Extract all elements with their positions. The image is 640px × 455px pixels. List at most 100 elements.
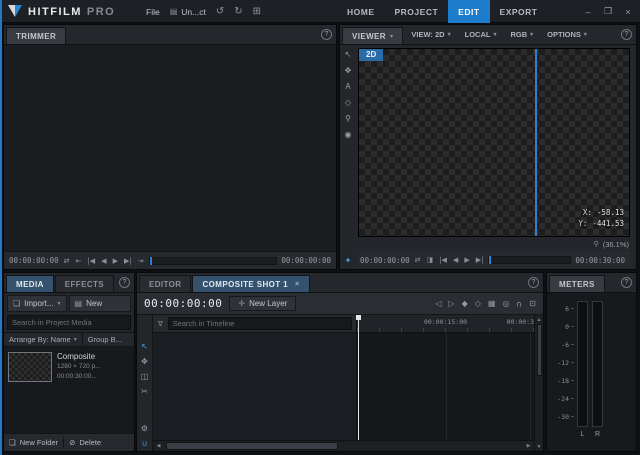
delete-button[interactable]: ⊘ Delete — [64, 434, 106, 451]
select-tool-icon[interactable]: ↖ — [345, 51, 352, 59]
export-frame-icon[interactable]: ◨ — [426, 256, 435, 264]
hand-tool-icon[interactable]: ✥ — [345, 67, 352, 75]
slip-tool-icon[interactable]: ◫ — [141, 373, 149, 381]
new-button[interactable]: ▤ New — [69, 295, 131, 312]
tab-composite-shot[interactable]: COMPOSITE SHOT 1 × — [192, 275, 309, 292]
view-mode-dropdown[interactable]: VIEW: 2D ▾ — [404, 25, 457, 44]
menu-project[interactable]: ▤ Un...ct — [170, 7, 206, 17]
prev-keyframe-icon[interactable]: ◁ — [435, 300, 441, 308]
menu-file[interactable]: File — [146, 7, 160, 17]
close-button[interactable]: × — [618, 0, 638, 23]
help-icon[interactable]: ? — [621, 277, 632, 288]
minimize-button[interactable]: – — [578, 0, 598, 23]
select-tool-icon[interactable]: ↖ — [141, 343, 148, 351]
arrange-by-dropdown[interactable]: Arrange By: Name ▾ — [4, 333, 83, 346]
new-folder-button[interactable]: ❏ New Folder — [4, 434, 63, 451]
scroll-down-icon[interactable]: ▼ — [537, 442, 542, 451]
filter-funnel-icon[interactable]: ∇ — [157, 320, 164, 328]
play-icon[interactable]: ▶ — [463, 256, 470, 264]
timeline-ruler[interactable]: 00:00:15:00 00:00:3 — [357, 315, 534, 333]
trimmer-scrubber[interactable] — [149, 257, 278, 265]
tab-viewer[interactable]: VIEWER ▾ — [342, 27, 403, 44]
add-keyframe-icon[interactable]: ◆ — [462, 300, 468, 308]
horizontal-scrollbar[interactable]: ◀ ▶ — [153, 440, 534, 451]
axes-dropdown[interactable]: LOCAL ▾ — [458, 25, 504, 44]
help-icon[interactable]: ? — [621, 29, 632, 40]
link-3d-icon[interactable]: ✦ — [345, 257, 352, 265]
import-button[interactable]: ❏ Import... ▾ — [7, 295, 67, 312]
prev-frame-icon[interactable]: |◀ — [438, 256, 448, 264]
new-layer-button[interactable]: ✛ New Layer — [229, 296, 296, 311]
tab-media[interactable]: MEDIA — [6, 275, 54, 292]
hscroll-thumb[interactable] — [166, 442, 338, 450]
gear-icon[interactable]: ⚙ — [141, 425, 148, 433]
mask-tool-icon[interactable]: ◇ — [345, 99, 351, 107]
group-by-dropdown[interactable]: Group B... — [83, 333, 127, 346]
tab-project[interactable]: PROJECT — [385, 0, 449, 23]
media-search-input[interactable] — [7, 315, 131, 330]
tab-edit[interactable]: EDIT — [448, 0, 489, 23]
zoom-level[interactable]: (36.1%) — [603, 240, 629, 249]
playhead[interactable] — [358, 315, 359, 440]
timeline-tracks — [153, 333, 534, 440]
scroll-right-icon[interactable]: ▶ — [523, 441, 534, 451]
timeline-search-input[interactable] — [168, 317, 352, 330]
magnifier-icon[interactable]: ⚲ — [593, 240, 600, 248]
close-icon[interactable]: × — [295, 281, 300, 288]
help-icon[interactable]: ? — [528, 277, 539, 288]
target-icon[interactable]: ◎ — [502, 300, 509, 308]
step-back-icon[interactable]: ◀ — [100, 257, 107, 265]
composite-thumbnail[interactable] — [8, 352, 52, 382]
next-frame-icon[interactable]: ▶| — [123, 257, 133, 265]
play-icon[interactable]: ▶ — [112, 257, 119, 265]
razor-tool-icon[interactable]: ✂ — [141, 388, 148, 396]
zoom-tool-icon[interactable]: ⚲ — [345, 115, 351, 123]
view-mode-badge[interactable]: 2D — [359, 49, 383, 61]
next-keyframe-icon[interactable]: ▷ — [448, 300, 454, 308]
scroll-up-icon[interactable]: ▲ — [537, 315, 542, 324]
media-footer: ❏ New Folder ⊘ Delete — [4, 433, 134, 451]
layer-list[interactable] — [153, 333, 357, 440]
vscroll-thumb[interactable] — [537, 324, 542, 376]
zoom-fit-icon[interactable]: ⊡ — [529, 300, 536, 308]
next-frame-icon[interactable]: ▶| — [475, 256, 485, 264]
vertical-scrollbar[interactable]: ▲ ▼ — [534, 315, 543, 451]
tab-meters[interactable]: METERS — [549, 275, 605, 292]
viewer-canvas[interactable]: 2D X:-58.13 Y:-441.53 — [358, 48, 630, 237]
help-icon[interactable]: ? — [119, 277, 130, 288]
tab-home[interactable]: HOME — [337, 0, 385, 23]
loop-icon[interactable]: ⇄ — [63, 257, 71, 265]
prev-frame-icon[interactable]: |◀ — [86, 257, 96, 265]
viewer-scrubber[interactable] — [488, 256, 571, 264]
tab-export[interactable]: EXPORT — [490, 0, 548, 23]
uni-tool-icon[interactable]: ∪ — [142, 440, 148, 448]
redo-icon[interactable]: ↻ — [234, 6, 242, 17]
timeline-track-area[interactable] — [357, 333, 534, 440]
tab-effects[interactable]: EFFECTS — [55, 275, 114, 292]
undo-icon[interactable]: ↺ — [216, 6, 224, 17]
list-item[interactable]: Composite 1280 × 720 p... 00:00:30:00... — [8, 352, 130, 382]
mark-out-icon[interactable]: ⇥ — [137, 257, 145, 265]
tab-editor[interactable]: EDITOR — [139, 275, 191, 292]
loop-icon[interactable]: ⇄ — [414, 256, 422, 264]
orbit-tool-icon[interactable]: ◉ — [345, 131, 352, 139]
grid-overlay-icon[interactable]: ▦ — [488, 300, 496, 308]
layout-grid-icon[interactable]: ⊞ — [253, 6, 261, 17]
mark-in-icon[interactable]: ⇤ — [75, 257, 83, 265]
hscroll-track[interactable] — [164, 441, 523, 451]
timeline-timecode[interactable]: 00:00:00:00 — [144, 297, 222, 310]
media-list[interactable]: Composite 1280 × 720 p... 00:00:30:00... — [4, 347, 134, 433]
scroll-left-icon[interactable]: ◀ — [153, 441, 164, 451]
channel-dropdown[interactable]: RGB ▾ — [503, 25, 540, 44]
help-icon[interactable]: ? — [321, 29, 332, 40]
keyframe-outline-icon[interactable]: ◇ — [475, 300, 481, 308]
maximize-button[interactable]: ❐ — [598, 0, 618, 23]
trimmer-viewport[interactable] — [4, 45, 336, 251]
tab-trimmer[interactable]: TRIMMER — [6, 27, 66, 44]
step-back-icon[interactable]: ◀ — [452, 256, 459, 264]
options-dropdown[interactable]: OPTIONS ▾ — [540, 25, 594, 44]
hand-tool-icon[interactable]: ✥ — [141, 358, 148, 366]
snap-icon[interactable]: ∪ — [516, 300, 522, 308]
frame-edge-guide — [535, 49, 537, 236]
text-tool-icon[interactable]: A — [345, 83, 350, 91]
